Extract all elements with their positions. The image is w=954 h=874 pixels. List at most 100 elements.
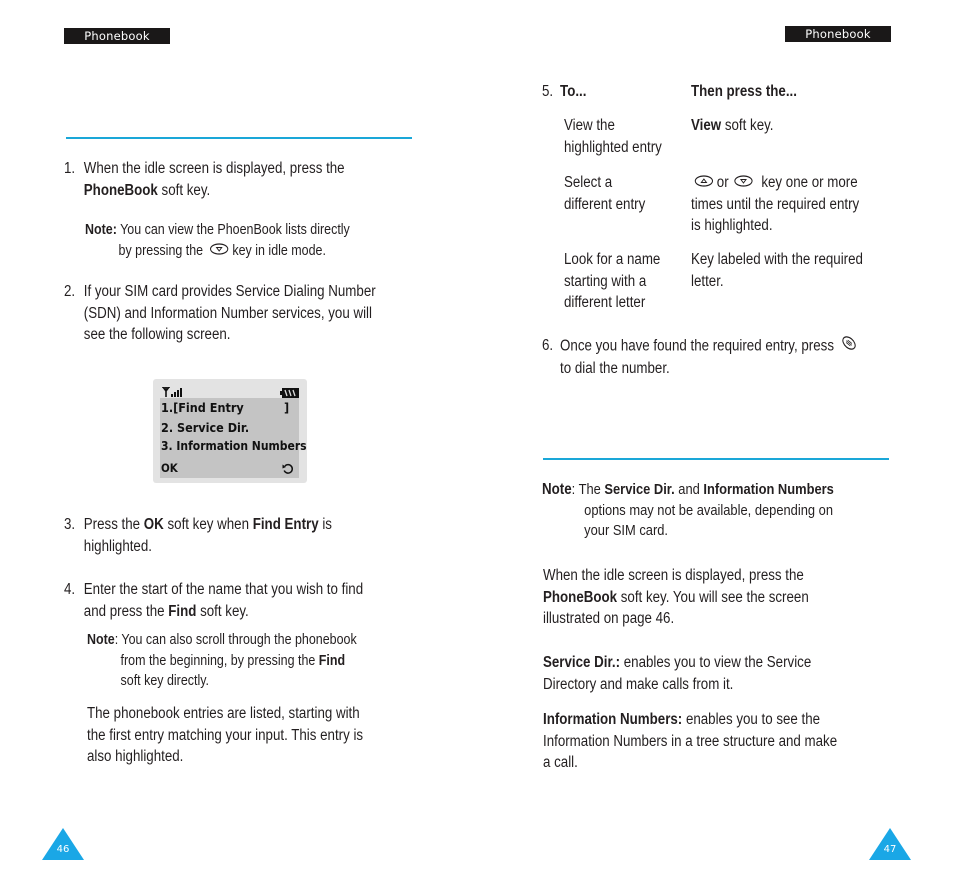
step-number: 1.: [64, 160, 76, 177]
paragraph-line: Directory and make calls from it.: [543, 675, 734, 693]
step-text: If your SIM card provides Service Dialin…: [83, 283, 376, 300]
table-row-3-press: Key labeled with the required letter.: [691, 249, 863, 292]
table-row-3-to: Look for a name starting with a differen…: [564, 249, 660, 314]
paragraph-line: enables you to view the Service: [620, 654, 812, 671]
step-text: and press the: [83, 602, 169, 620]
cell-text: starting with a: [564, 272, 647, 290]
note-1: Note: You can view the PhoenBook lists d…: [85, 220, 350, 261]
up-key-icon: [694, 172, 714, 194]
note-text: by pressing the: [118, 242, 204, 259]
step-text: Press the: [83, 516, 144, 533]
bold-term: Service Dir.: [604, 481, 675, 498]
bold-term: PhoneBook: [543, 588, 618, 606]
paragraph-line: Information Numbers in a tree structure …: [543, 732, 838, 750]
note-text: key in idle mode.: [232, 242, 326, 259]
menu-item-find-entry: 1.[Find Entry: [161, 398, 244, 418]
menu-item-label: 1.[Find Entry: [161, 400, 244, 415]
bold-term: View: [691, 117, 722, 134]
note-label: Note:: [85, 222, 117, 238]
step-number: 6.: [542, 337, 554, 355]
cell-text: letter.: [691, 272, 724, 290]
page-marker-left: 46: [42, 828, 84, 860]
step-text: highlighted.: [83, 537, 152, 555]
step-text: Enter the start of the name that you wis…: [83, 581, 364, 598]
bold-term: PhoneBook: [83, 181, 158, 199]
note-label: Note: [87, 632, 115, 648]
note-text: options may not be available, depending …: [584, 501, 834, 519]
cell-text: different entry: [564, 195, 646, 213]
menu-item-information-numbers: 3. Information Numbers: [161, 439, 307, 453]
note-text: and: [674, 481, 704, 498]
note-text: : The: [571, 481, 605, 498]
header-tab-left: Phonebook: [64, 28, 170, 44]
paragraph-line: also highlighted.: [87, 748, 184, 765]
paragraph-line: enables you to see the: [682, 711, 821, 728]
note-label: Note: [542, 481, 572, 498]
down-key-icon: [734, 172, 753, 194]
step-4: 4. Enter the start of the name that you w…: [64, 579, 363, 622]
header-tab-right: Phonebook: [785, 26, 891, 42]
page-number: 46: [56, 844, 70, 855]
cell-text: View the: [564, 117, 615, 134]
phone-screen-illustration: 1.[Find Entry ] 2. Service Dir. 3. Infor…: [153, 379, 307, 483]
column-header-then-press: Then press the...: [691, 81, 797, 103]
note-text: from the beginning, by pressing the: [120, 652, 319, 669]
step-text: (SDN) and Information Number services, y…: [83, 304, 372, 322]
cell-text: times until the required entry: [691, 195, 860, 213]
step-text: soft key when: [163, 516, 253, 533]
note-text: your SIM card.: [584, 522, 669, 539]
section-rule-right: [543, 458, 889, 460]
cell-text: soft key.: [721, 117, 774, 134]
step-text: Once you have found the required entry, …: [560, 337, 834, 355]
paragraph-line: a call.: [543, 754, 578, 771]
information-numbers-description: Information Numbers: enables you to see …: [543, 709, 837, 774]
bold-term: OK: [143, 516, 164, 533]
step-6: 6. Once you have found the required entry…: [542, 335, 860, 379]
paragraph-line: the first entry matching your input. Thi…: [87, 726, 364, 744]
service-dir-description: Service Dir.: enables you to view the Se…: [543, 652, 811, 695]
send-key-icon: [841, 335, 856, 358]
step-text: soft key.: [157, 181, 211, 199]
paragraph-line: The phonebook entries are listed, starti…: [87, 705, 360, 722]
cell-text: key one or more: [761, 174, 858, 191]
bold-term: Find Entry: [252, 516, 319, 533]
step-text: is: [318, 516, 332, 533]
down-key-icon: [210, 241, 229, 262]
note-right: Note: The Service Dir. and Information N…: [542, 480, 834, 542]
step-text: soft key.: [196, 602, 249, 620]
note-text: You can view the PhoenBook lists directl…: [116, 222, 350, 238]
paragraph-line: soft key. You will see the screen: [617, 588, 809, 606]
cell-text: different letter: [564, 294, 646, 311]
menu-item-bracket: ]: [284, 400, 290, 415]
bold-term: Service Dir.:: [543, 654, 621, 671]
table-row-2-press: or key one or more times until the requir…: [691, 172, 859, 237]
intro-paragraph: When the idle screen is displayed, press…: [543, 565, 809, 630]
bold-term: Information Numbers:: [543, 711, 683, 728]
cell-text: Key labeled with the required: [691, 251, 863, 268]
step-number: 3.: [64, 516, 76, 533]
step-number: 2.: [64, 283, 76, 300]
table-row-1-to: View the highlighted entry: [564, 115, 662, 158]
note-text: : You can also scroll through the phoneb…: [114, 632, 357, 648]
cell-text: is highlighted.: [691, 217, 773, 235]
step-text: When the idle screen is displayed, press…: [83, 160, 345, 177]
paragraph-line: When the idle screen is displayed, press…: [543, 567, 804, 584]
step-2: 2. If your SIM card provides Service Dial…: [64, 281, 376, 346]
note-text: soft key directly.: [120, 673, 210, 689]
entries-paragraph: The phonebook entries are listed, starti…: [87, 703, 363, 768]
step-number: 5.: [542, 83, 554, 100]
cell-text: Look for a name: [564, 251, 661, 268]
menu-item-service-dir: 2. Service Dir.: [161, 420, 250, 435]
bold-term: Find: [168, 602, 197, 620]
lcd-display: 1.[Find Entry ] 2. Service Dir. 3. Infor…: [160, 398, 307, 480]
table-row-1-press: View soft key.: [691, 115, 773, 137]
cell-text: highlighted entry: [564, 138, 662, 156]
page-marker-right: 47: [869, 828, 911, 860]
column-header-label: Then press the...: [691, 83, 797, 100]
paragraph-line: illustrated on page 46.: [543, 610, 675, 627]
step-number: 4.: [64, 581, 76, 598]
back-arrow-icon: [282, 462, 294, 480]
step-text: see the following screen.: [83, 326, 231, 343]
note-2: Note: You can also scroll through the ph…: [87, 630, 357, 692]
step-3: 3. Press the OK soft key when Find Entry …: [64, 514, 332, 557]
